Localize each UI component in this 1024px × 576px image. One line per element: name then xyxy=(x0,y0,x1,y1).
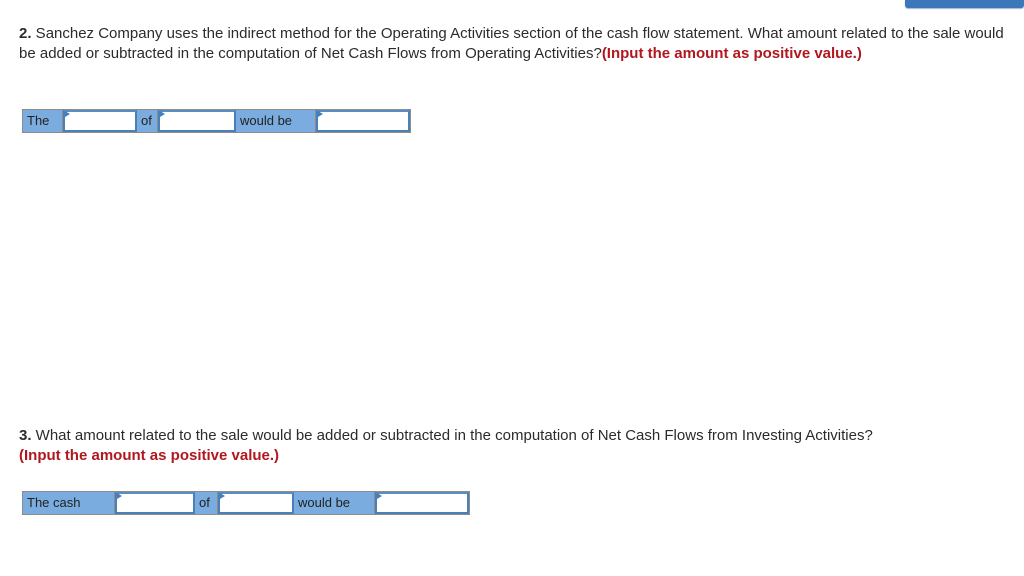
dropdown-marker-icon xyxy=(117,493,122,499)
row-label: The cash xyxy=(23,492,115,514)
dropdown-marker-icon xyxy=(160,111,165,117)
answer-row-operating: The of would be xyxy=(22,109,411,133)
question-number: 2. xyxy=(19,25,32,42)
row-label: would be xyxy=(236,110,316,132)
dropdown-marker-icon xyxy=(377,493,382,499)
top-action-button[interactable] xyxy=(905,0,1024,8)
question-2: 2. Sanchez Company uses the indirect met… xyxy=(19,24,1019,63)
answer-field-2[interactable] xyxy=(220,494,292,512)
answer-row-investing: The cash of would be xyxy=(22,491,470,515)
answer-field-1[interactable] xyxy=(117,494,193,512)
amount-input[interactable] xyxy=(375,492,469,514)
question-number: 3. xyxy=(19,427,32,444)
dropdown-input-1[interactable] xyxy=(63,110,137,132)
dropdown-marker-icon xyxy=(318,111,323,117)
question-hint: (Input the amount as positive value.) xyxy=(601,44,862,62)
amount-input[interactable] xyxy=(316,110,410,132)
question-text: What amount related to the sale would be… xyxy=(31,427,873,444)
dropdown-input-1[interactable] xyxy=(115,492,195,514)
row-label: The xyxy=(23,110,63,132)
dropdown-marker-icon xyxy=(65,111,70,117)
answer-field-2[interactable] xyxy=(160,112,234,130)
amount-field[interactable] xyxy=(377,494,467,512)
row-label: would be xyxy=(294,492,375,514)
dropdown-input-2[interactable] xyxy=(218,492,294,514)
dropdown-marker-icon xyxy=(220,493,225,499)
dropdown-input-2[interactable] xyxy=(158,110,236,132)
row-label: of xyxy=(195,492,218,514)
answer-field-1[interactable] xyxy=(65,112,135,130)
question-hint: (Input the amount as positive value.) xyxy=(19,446,280,464)
amount-field[interactable] xyxy=(318,112,408,130)
row-label: of xyxy=(137,110,158,132)
question-3: 3. What amount related to the sale would… xyxy=(19,426,1019,465)
